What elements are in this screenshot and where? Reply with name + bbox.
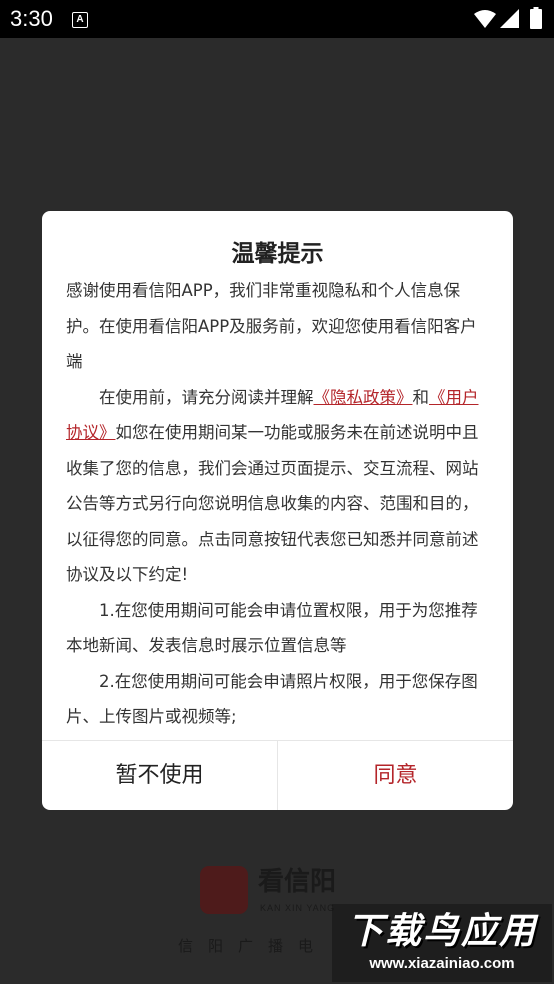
agreement-rest: 如您在使用期间某一功能或服务未在前述说明中且收集了您的信息，我们会通过页面提示、… (66, 423, 479, 584)
splash-app-pinyin: KAN XIN YANG (260, 903, 336, 913)
privacy-dialog: 温馨提示 感谢使用看信阳APP，我们非常重视隐私和个人信息保护。在使用看信阳AP… (42, 211, 513, 810)
agreement-lead: 在使用前，请充分阅读并理解 (99, 387, 314, 407)
watermark-url: www.xiazainiao.com (369, 955, 515, 972)
app-logo (200, 866, 248, 914)
status-bar: 3:30 A (0, 0, 554, 38)
dialog-title: 温馨提示 (231, 241, 324, 267)
decline-button[interactable]: 暂不使用 (42, 741, 277, 810)
signal-icon (500, 9, 519, 28)
battery-icon (530, 7, 542, 29)
watermark: 下载鸟应用 www.xiazainiao.com (332, 904, 552, 982)
privacy-policy-link[interactable]: 《隐私政策》 (314, 388, 413, 407)
splash-app-name: 看信阳 (258, 867, 337, 897)
agreement-and: 和 (412, 387, 430, 407)
location-permission-item: 1.在您使用期间可能会申请位置权限，用于为您推荐本地新闻、发表信息时展示位置信息… (66, 600, 478, 656)
agreement-paragraph: 在使用前，请充分阅读并理解《隐私政策》和《用户协议》如您在使用期间某一功能或服务… (66, 380, 492, 593)
dialog-body[interactable]: 感谢使用看信阳APP，我们非常重视隐私和个人信息保护。在使用看信阳APP及服务前… (66, 273, 492, 739)
watermark-title: 下载鸟应用 (346, 911, 537, 952)
status-time: 3:30 (10, 6, 53, 31)
a-notification-icon: A (72, 12, 88, 28)
intro-paragraph: 感谢使用看信阳APP，我们非常重视隐私和个人信息保护。在使用看信阳APP及服务前… (66, 281, 477, 371)
photo-permission-item: 2.在您使用期间可能会申请照片权限，用于您保存图片、上传图片或视频等; (66, 671, 478, 727)
agree-button[interactable]: 同意 (278, 741, 513, 810)
splash-slogan: 信阳广播电 (178, 937, 329, 955)
wifi-icon (474, 10, 496, 28)
